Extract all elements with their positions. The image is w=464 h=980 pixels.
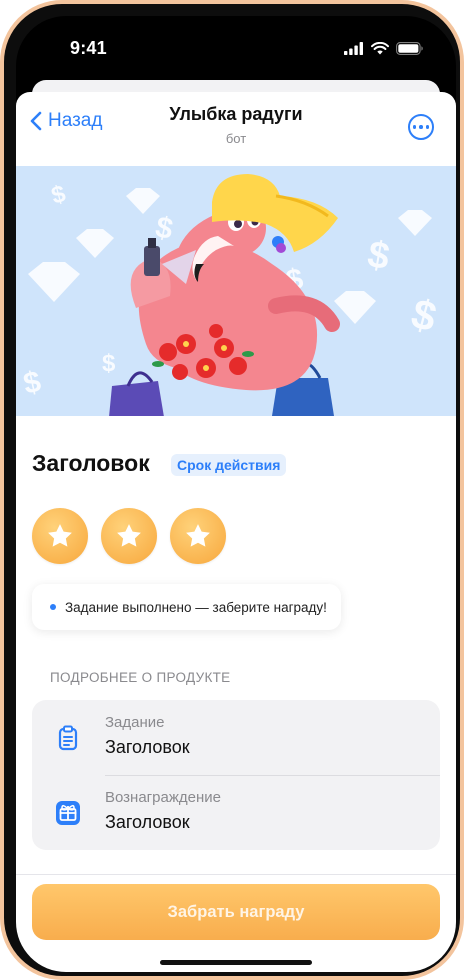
nav-subtitle: бот bbox=[225, 131, 247, 146]
battery-icon bbox=[396, 42, 423, 55]
svg-text:$: $ bbox=[153, 211, 176, 247]
svg-text:$: $ bbox=[21, 365, 44, 401]
page-heading: Заголовок bbox=[32, 450, 150, 476]
more-options-button[interactable] bbox=[408, 114, 434, 140]
details-card: Задание Заголовок Вознаграждение Заголов… bbox=[32, 700, 440, 850]
more-dot bbox=[425, 125, 430, 129]
detail-value: Заголовок bbox=[105, 737, 190, 757]
star-icon bbox=[117, 524, 141, 547]
footer-divider bbox=[16, 874, 456, 875]
navbar: Назад Улыбка радуги бот bbox=[16, 92, 456, 154]
modal-sheet: Назад Улыбка радуги бот $ $ $ $ $ $ $ За… bbox=[16, 92, 456, 972]
star-badge bbox=[170, 508, 226, 564]
signal-icon bbox=[344, 42, 363, 55]
detail-row-reward: Вознаграждение Заголовок bbox=[32, 775, 440, 850]
star-badge bbox=[32, 508, 88, 564]
detail-label: Задание bbox=[105, 714, 165, 731]
more-dot bbox=[419, 125, 423, 129]
wifi-icon bbox=[371, 42, 389, 55]
svg-text:$: $ bbox=[364, 234, 392, 279]
status-time: 9:41 bbox=[70, 38, 107, 58]
nav-title: Улыбка радуги bbox=[169, 104, 303, 124]
star-icon bbox=[186, 524, 210, 547]
star-rating bbox=[32, 508, 226, 564]
validity-badge: Срок действия bbox=[171, 454, 287, 476]
section-header: ПОДРОБНЕЕ О ПРОДУКТЕ bbox=[50, 670, 231, 685]
notice-text: Задание выполнено — заберите награду! bbox=[65, 599, 327, 615]
clipboard-icon bbox=[58, 725, 78, 751]
screen: 9:41 Назад Улыбка радуги бот $ $ $ $ $ $… bbox=[16, 16, 456, 972]
detail-row-task: Задание Заголовок bbox=[32, 700, 440, 775]
status-bar: 9:41 bbox=[16, 16, 456, 86]
flamingo-illustration: $ $ $ $ $ $ $ bbox=[21, 174, 442, 416]
device-bezel: 9:41 Назад Улыбка радуги бот $ $ $ $ $ $… bbox=[4, 4, 460, 976]
star-badge bbox=[101, 508, 157, 564]
more-dot bbox=[412, 125, 417, 129]
device-frame: 9:41 Назад Улыбка радуги бот $ $ $ $ $ $… bbox=[0, 0, 464, 980]
detail-label: Вознаграждение bbox=[105, 789, 221, 806]
gift-icon bbox=[56, 801, 80, 825]
star-icon bbox=[48, 524, 72, 547]
status-icons bbox=[344, 42, 424, 55]
svg-text:$: $ bbox=[407, 289, 442, 340]
promo-banner: $ $ $ $ $ $ $ bbox=[16, 166, 456, 416]
svg-text:$: $ bbox=[102, 350, 116, 377]
claim-reward-button[interactable]: Забрать награду bbox=[32, 884, 440, 940]
notice-dot bbox=[50, 604, 56, 610]
svg-text:$: $ bbox=[49, 180, 70, 210]
detail-value: Заголовок bbox=[105, 812, 190, 832]
completion-notice: Задание выполнено — заберите награду! bbox=[32, 584, 341, 630]
home-indicator bbox=[160, 960, 312, 965]
